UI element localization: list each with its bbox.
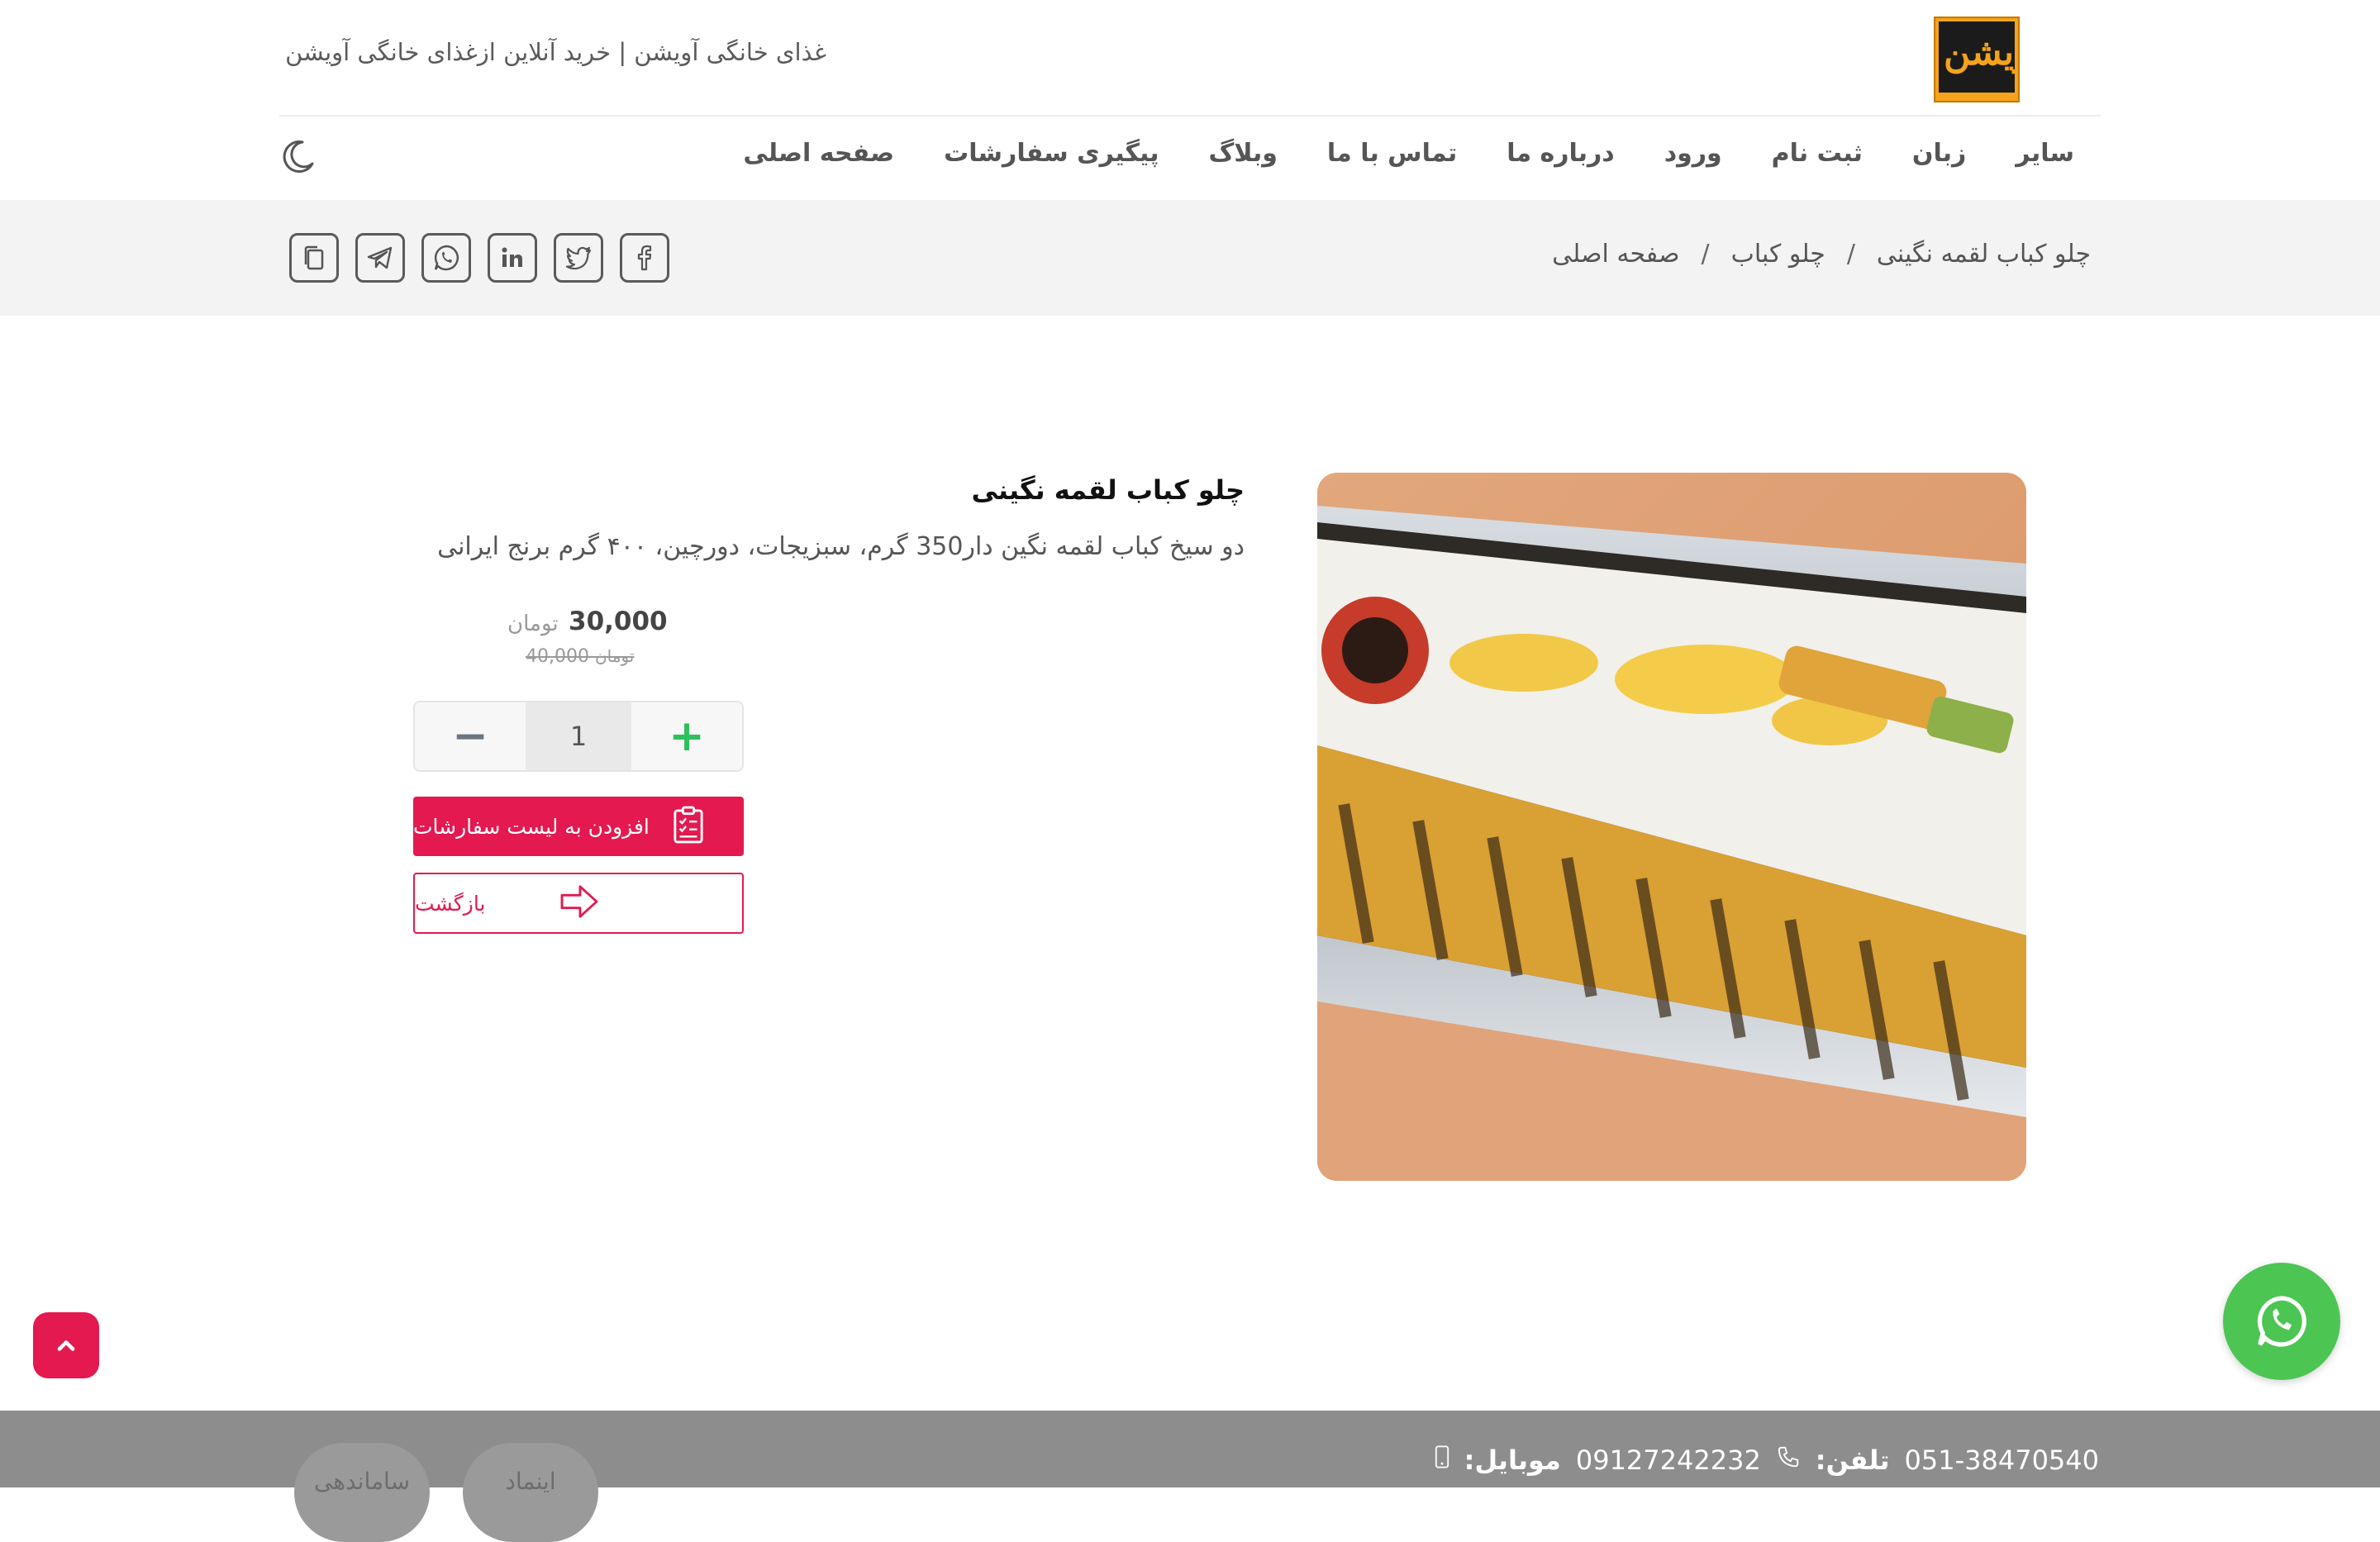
product-price: 30,000 [569,607,668,636]
add-to-order-list-button[interactable]: افزودن به لیست سفارشات [413,797,744,856]
mobile-number[interactable]: 09127242232 [1576,1444,1761,1476]
scroll-to-top-button[interactable] [33,1312,99,1378]
footer-contact: موبایل: 09127242232 تلفن: 051-38470540 [1435,1444,2099,1476]
clipboard-list-icon [673,806,704,847]
phone-number[interactable]: 051-38470540 [1905,1444,2100,1476]
mobile-icon [1435,1444,1449,1476]
back-button[interactable]: بازگشت [413,873,744,934]
nav-item-other[interactable]: سایر [2016,139,2074,168]
nav-item-about[interactable]: درباره ما [1507,139,1614,168]
quantity-stepper: − 1 + [413,701,744,772]
whatsapp-icon [434,245,459,271]
quantity-value[interactable]: 1 [526,702,631,770]
share-facebook-button[interactable] [620,233,669,283]
back-label: بازگشت [415,891,486,916]
breadcrumb-home[interactable]: صفحه اصلی [1552,240,1679,269]
share-telegram-button[interactable] [355,233,405,283]
dark-mode-moon-icon[interactable] [279,139,316,175]
increase-quantity-button[interactable]: + [631,702,742,770]
old-price-value: 40,000 [526,646,589,667]
enamad-badge[interactable]: اینماد [463,1443,598,1542]
telegram-icon [367,246,393,269]
share-linkedin-button[interactable] [488,233,537,283]
nav-item-order-tracking[interactable]: پیگیری سفارشات [944,139,1159,168]
main-nav: صفحه اصلی پیگیری سفارشات وبلاگ تماس با م… [743,139,2074,168]
phone-label: تلفن: [1815,1444,1890,1476]
phone-icon [1776,1444,1801,1476]
copy-icon [304,245,324,270]
nav-item-language[interactable]: زبان [1912,139,1966,168]
breadcrumb-current: چلو کباب لقمه نگینی [1876,240,2091,269]
decrease-quantity-button[interactable]: − [415,702,526,770]
breadcrumb-category[interactable]: چلو کباب [1731,240,1825,269]
header-divider [279,115,2101,117]
product-old-price: تومان 40,000 [526,646,634,667]
facebook-icon [637,245,652,271]
arrow-right-icon [559,884,599,922]
twitter-icon [565,246,592,270]
old-price-currency: تومان [594,646,635,666]
site-logo[interactable]: آویشن [1934,17,2020,102]
breadcrumb-separator: / [1846,240,1855,269]
copy-link-button[interactable] [289,233,339,283]
breadcrumb: صفحه اصلی / چلو کباب / چلو کباب لقمه نگی… [1552,240,2091,269]
share-buttons [289,233,669,283]
nav-item-login[interactable]: ورود [1664,139,1722,168]
share-whatsapp-button[interactable] [421,233,471,283]
whatsapp-chat-button[interactable] [2223,1263,2340,1380]
nav-item-register[interactable]: ثبت نام [1772,139,1863,168]
add-to-order-list-label: افزودن به لیست سفارشات [413,814,650,839]
mobile-label: موبایل: [1464,1444,1561,1476]
nav-item-home[interactable]: صفحه اصلی [743,139,894,168]
share-twitter-button[interactable] [554,233,603,283]
nav-item-blog[interactable]: وبلاگ [1209,139,1278,168]
nav-item-contact[interactable]: تماس با ما [1327,139,1457,168]
site-title: غذای خانگی آویشن | خرید آنلاین ازغذای خا… [285,38,826,66]
linkedin-icon [502,247,522,267]
chevron-up-icon [57,1340,75,1351]
product-title: چلو کباب لقمه نگینی [971,474,1245,506]
price-currency: تومان [507,612,559,636]
whatsapp-icon [2257,1296,2306,1347]
breadcrumb-separator: / [1701,240,1710,269]
logo-text: آویشن [1944,31,2018,74]
samandehi-badge[interactable]: ساماندهی [294,1443,430,1542]
product-description: دو سیخ کباب لقمه نگین دار350 گرم، سبزیجا… [437,532,1245,561]
product-image [1317,473,2026,1181]
